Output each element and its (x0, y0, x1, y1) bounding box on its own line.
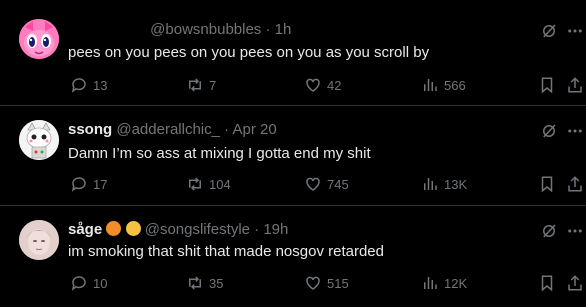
bookmark-icon (541, 275, 553, 292)
views-button[interactable]: 12K (421, 273, 467, 293)
separator-dot: · (254, 221, 260, 238)
views-count: 12K (444, 275, 468, 291)
repost-count: 7 (209, 77, 217, 93)
repost-count: 35 (209, 275, 224, 291)
grok-icon[interactable] (540, 222, 558, 240)
share-button[interactable] (566, 174, 584, 194)
like-button[interactable]: 515 (304, 273, 349, 293)
tweet-actions: 10 35 515 12K (0, 273, 586, 293)
repost-icon (189, 177, 201, 191)
bookmark-button[interactable] (538, 75, 556, 95)
more-options-icon[interactable] (566, 222, 584, 240)
tweet-text: im smoking that shit that made nosgov re… (68, 243, 384, 260)
repost-icon (189, 78, 201, 92)
tweet-actions: 13 7 42 566 (0, 75, 586, 95)
separator-dot: · (265, 21, 271, 38)
repost-button[interactable]: 35 (186, 273, 223, 293)
views-button[interactable]: 566 (421, 75, 466, 95)
tweet-text: pees on you pees on you pees on you as y… (68, 44, 430, 61)
more-options-icon[interactable] (566, 22, 584, 40)
views-icon (424, 79, 437, 91)
timeline-feed: @bowsnbubbles · 1h pees on you pees on y… (0, 0, 586, 307)
pink-pony-avatar-icon (19, 19, 59, 59)
reply-button[interactable]: 10 (70, 273, 107, 293)
like-count: 515 (327, 275, 349, 291)
timestamp[interactable]: Apr 20 (233, 121, 277, 138)
tweet[interactable]: @bowsnbubbles · 1h pees on you pees on y… (0, 0, 586, 106)
grok-icon[interactable] (540, 22, 558, 40)
heart-icon (306, 78, 320, 92)
smile-emoji-icon (125, 221, 141, 236)
handle[interactable]: @songslifestyle (145, 221, 250, 238)
tweet-actions: 17 104 745 13K (0, 174, 586, 194)
reply-button[interactable]: 13 (70, 75, 107, 95)
views-icon (424, 277, 437, 289)
reply-icon (71, 276, 86, 291)
fox-emoji-icon (106, 221, 122, 236)
reply-icon (71, 177, 86, 192)
reply-button[interactable]: 17 (70, 174, 107, 194)
portrait-avatar-icon (19, 220, 59, 260)
tweet-header: @bowsnbubbles · 1h (68, 20, 291, 40)
bookmark-button[interactable] (538, 174, 556, 194)
repost-icon (189, 276, 201, 290)
tweet-header: såge @songslifestyle · 19h (68, 220, 288, 240)
share-icon (568, 275, 582, 291)
bookmark-button[interactable] (538, 273, 556, 293)
heart-icon (306, 276, 320, 290)
repost-button[interactable]: 7 (186, 75, 216, 95)
handle[interactable]: @adderallchic_ (116, 121, 220, 138)
views-button[interactable]: 13K (421, 174, 467, 194)
bookmark-icon (541, 176, 553, 193)
repost-count: 104 (209, 176, 231, 192)
cat-doll-avatar-icon (19, 120, 59, 160)
reply-count: 17 (93, 176, 108, 192)
separator-dot: · (224, 121, 230, 138)
share-icon (568, 77, 582, 93)
share-icon (568, 176, 582, 192)
display-name[interactable]: ssong (68, 121, 112, 138)
reply-icon (71, 78, 86, 93)
more-options-icon[interactable] (566, 122, 584, 140)
like-button[interactable]: 745 (304, 174, 349, 194)
views-icon (424, 178, 437, 190)
like-count: 42 (327, 77, 342, 93)
bookmark-icon (541, 77, 553, 94)
tweet-text: Damn I’m so ass at mixing I gotta end my… (68, 145, 371, 162)
display-name[interactable]: såge (68, 221, 102, 238)
tweet[interactable]: ssong @adderallchic_ · Apr 20 Damn I’m s… (0, 106, 586, 206)
avatar[interactable] (19, 220, 59, 260)
avatar[interactable] (19, 19, 59, 59)
like-count: 745 (327, 176, 349, 192)
timestamp[interactable]: 19h (263, 221, 288, 238)
repost-button[interactable]: 104 (186, 174, 231, 194)
tweet[interactable]: såge @songslifestyle · 19h im smoking th… (0, 206, 586, 307)
grok-icon[interactable] (540, 122, 558, 140)
share-button[interactable] (566, 273, 584, 293)
reply-count: 10 (93, 275, 108, 291)
heart-icon (306, 177, 320, 191)
handle[interactable]: @bowsnbubbles (150, 21, 261, 38)
reply-count: 13 (93, 77, 108, 93)
views-count: 566 (444, 77, 466, 93)
share-button[interactable] (566, 75, 584, 95)
tweet-header: ssong @adderallchic_ · Apr 20 (68, 120, 277, 140)
views-count: 13K (444, 176, 468, 192)
timestamp[interactable]: 1h (275, 21, 292, 38)
avatar[interactable] (19, 120, 59, 160)
like-button[interactable]: 42 (304, 75, 341, 95)
